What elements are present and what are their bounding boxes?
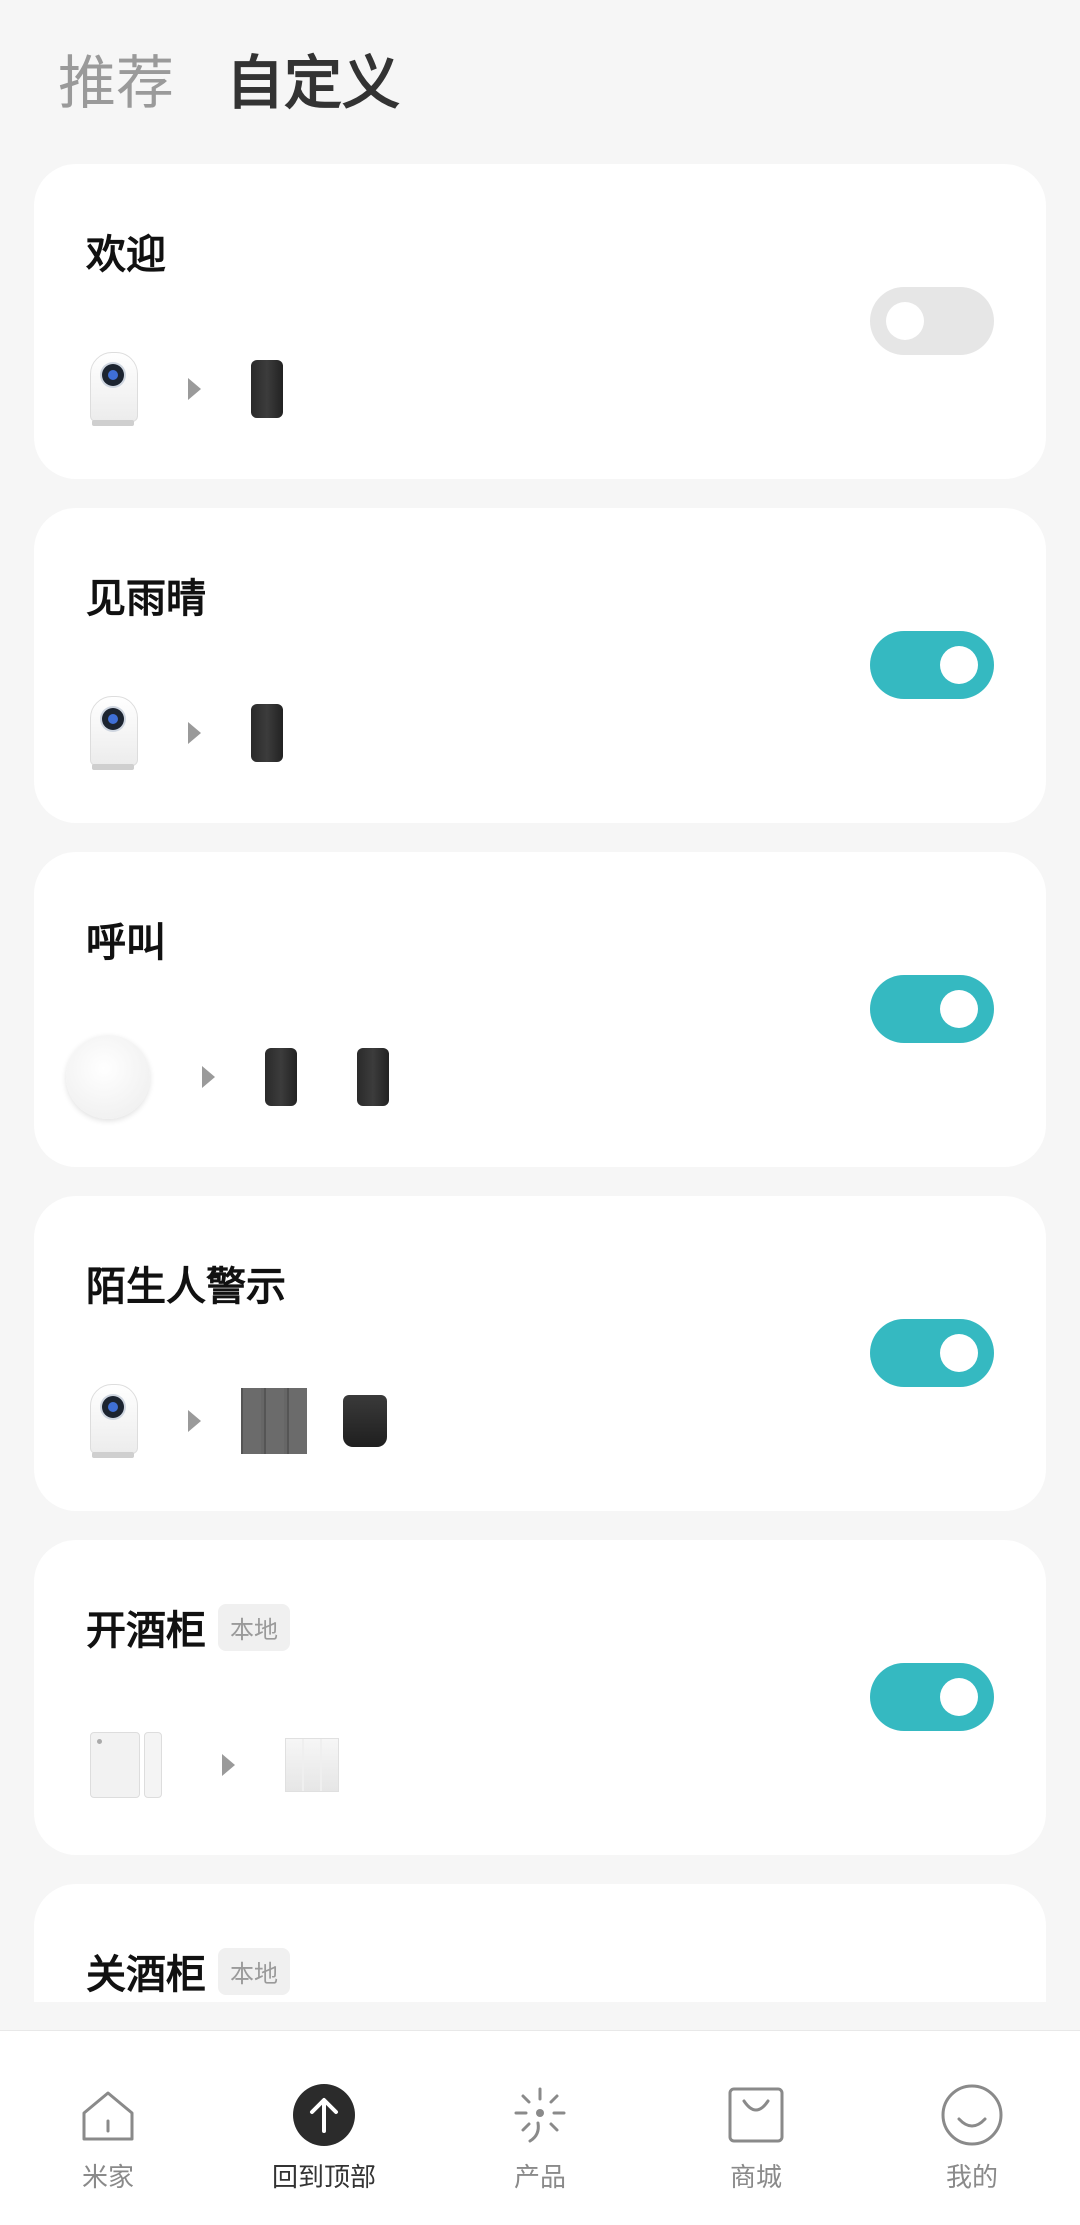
camera-device-icon bbox=[90, 696, 138, 770]
home-icon bbox=[82, 2091, 134, 2141]
scene-title-row: 呼叫 bbox=[86, 910, 166, 968]
scene-card[interactable]: 陌生人警示 bbox=[34, 1196, 1046, 1511]
smile-icon bbox=[941, 2084, 1003, 2146]
scene-toggle[interactable] bbox=[870, 287, 994, 355]
bottom-nav: 米家 回到顶部 产品 商城 我的 bbox=[0, 2030, 1080, 2225]
scene-title-row: 开酒柜 本地 bbox=[86, 1598, 290, 1656]
nav-store[interactable]: 商城 bbox=[648, 2031, 864, 2225]
scene-title-row: 陌生人警示 bbox=[86, 1254, 286, 1312]
sparkle-icon bbox=[514, 2087, 566, 2143]
play-arrow-icon bbox=[222, 1754, 235, 1776]
camera-device-icon bbox=[90, 352, 138, 426]
nav-label: 产品 bbox=[513, 2163, 566, 2193]
play-arrow-icon bbox=[202, 1066, 215, 1088]
wall-switch-device-icon bbox=[285, 1738, 339, 1792]
speaker-device-icon bbox=[251, 360, 283, 418]
toggle-knob bbox=[940, 1678, 978, 1716]
toggle-knob bbox=[940, 646, 978, 684]
scene-name: 关酒柜 bbox=[86, 1952, 206, 1998]
scene-devices bbox=[72, 1376, 417, 1466]
scene-card[interactable]: 欢迎 bbox=[34, 164, 1046, 479]
scene-toggle[interactable] bbox=[870, 975, 994, 1043]
speaker-device-icon bbox=[251, 704, 283, 762]
arrow-up-icon bbox=[293, 2084, 355, 2146]
door-sensor-device-icon bbox=[90, 1732, 170, 1798]
play-arrow-icon bbox=[188, 722, 201, 744]
tab-recommended[interactable]: 推荐 bbox=[58, 36, 174, 120]
scene-toggle[interactable] bbox=[870, 1319, 994, 1387]
scene-devices bbox=[72, 344, 313, 434]
scene-name: 陌生人警示 bbox=[86, 1264, 286, 1310]
play-arrow-icon bbox=[188, 378, 201, 400]
nav-profile[interactable]: 我的 bbox=[864, 2031, 1080, 2225]
toggle-knob bbox=[886, 302, 924, 340]
scene-toggle[interactable] bbox=[870, 631, 994, 699]
scene-name: 开酒柜 bbox=[86, 1608, 206, 1654]
scene-card[interactable]: 开酒柜 本地 bbox=[34, 1540, 1046, 1855]
scene-title-row: 见雨晴 bbox=[86, 566, 206, 624]
play-arrow-icon bbox=[188, 1410, 201, 1432]
nav-label: 我的 bbox=[945, 2163, 998, 2193]
wall-switch-device-icon bbox=[241, 1388, 307, 1454]
scene-card[interactable]: 呼叫 bbox=[34, 852, 1046, 1167]
scene-name: 欢迎 bbox=[86, 232, 166, 278]
gateway-device-icon bbox=[66, 1035, 150, 1119]
scene-card[interactable]: 关酒柜 本地 bbox=[34, 1884, 1046, 2002]
speaker-device-icon bbox=[265, 1048, 297, 1106]
nav-label: 商城 bbox=[729, 2163, 782, 2193]
nav-home[interactable]: 米家 bbox=[0, 2031, 216, 2225]
top-tabs: 推荐 自定义 bbox=[58, 36, 400, 120]
nav-label: 米家 bbox=[81, 2163, 134, 2193]
scene-devices bbox=[66, 1032, 419, 1122]
scene-devices bbox=[72, 688, 313, 778]
tab-custom[interactable]: 自定义 bbox=[226, 36, 400, 120]
nav-back-to-top[interactable]: 回到顶部 bbox=[216, 2031, 432, 2225]
toggle-knob bbox=[940, 990, 978, 1028]
local-badge: 本地 bbox=[218, 1603, 290, 1651]
scene-list[interactable]: 欢迎 见雨晴 呼叫 陌生人警示 开酒柜 本地 关酒柜 本地 bbox=[34, 164, 1046, 2002]
scene-card[interactable]: 见雨晴 bbox=[34, 508, 1046, 823]
nav-products[interactable]: 产品 bbox=[432, 2031, 648, 2225]
scene-title-row: 欢迎 bbox=[86, 222, 166, 280]
camera-device-icon bbox=[90, 1384, 138, 1458]
scene-title-row: 关酒柜 本地 bbox=[86, 1942, 290, 2000]
scene-toggle[interactable] bbox=[870, 1663, 994, 1731]
toggle-knob bbox=[940, 1334, 978, 1372]
local-badge: 本地 bbox=[218, 1947, 290, 1995]
shopping-bag-icon bbox=[728, 2087, 784, 2143]
speaker-cube-device-icon bbox=[343, 1395, 387, 1447]
scene-devices bbox=[72, 1720, 369, 1810]
speaker-device-icon bbox=[357, 1048, 389, 1106]
nav-label: 回到顶部 bbox=[271, 2163, 376, 2193]
scene-name: 见雨晴 bbox=[86, 576, 206, 622]
scene-name: 呼叫 bbox=[86, 920, 166, 966]
